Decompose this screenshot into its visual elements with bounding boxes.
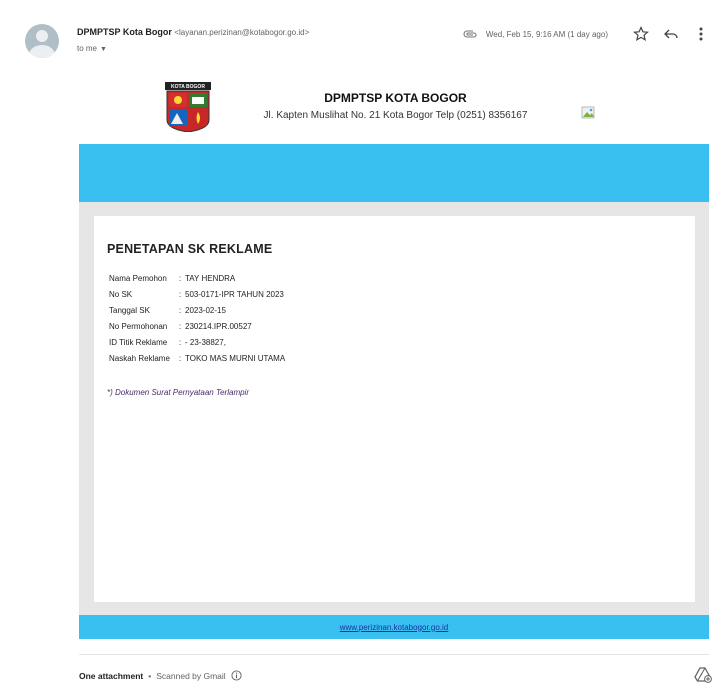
avatar-head	[36, 30, 48, 42]
more-vert-icon[interactable]	[690, 24, 712, 44]
sender-name[interactable]: DPMPTSP Kota Bogor	[77, 27, 172, 37]
field-value: - 23-38827,	[185, 338, 226, 347]
attachment-clip-icon	[463, 30, 477, 38]
sender-email: <layanan.perizinan@kotabogor.go.id>	[174, 28, 310, 37]
kota-bogor-logo: KOTA BOGOR	[165, 82, 211, 132]
add-to-drive-icon[interactable]	[694, 665, 712, 683]
field-row: Nama Pemohon: TAY HENDRA	[109, 273, 285, 289]
field-value: 230214.IPR.00527	[185, 322, 252, 331]
org-name: DPMPTSP KOTA BOGOR	[324, 91, 467, 105]
bottom-banner: www.perizinan.kotabogor.go.id	[79, 615, 709, 639]
attachments-bar: One attachment • Scanned by Gmail	[79, 670, 242, 681]
info-icon[interactable]	[231, 670, 242, 681]
field-label: Nama Pemohon	[109, 274, 167, 283]
recipient-text: to me	[77, 44, 98, 53]
field-label: ID Titik Reklame	[109, 338, 168, 347]
message-actions: Wed, Feb 15, 9:16 AM (1 day ago)	[462, 24, 712, 44]
field-value: 503-0171-IPR TAHUN 2023	[185, 290, 284, 299]
field-value: 2023-02-15	[185, 306, 226, 315]
field-row: No Permohonan:230214.IPR.00527	[109, 321, 285, 337]
attachment-count: One attachment	[79, 670, 144, 681]
field-row: Naskah Reklame: TOKO MAS MURNI UTAMA	[109, 353, 285, 369]
message-date: Wed, Feb 15, 9:16 AM (1 day ago)	[485, 29, 608, 39]
recipient-line[interactable]: to me ▼	[77, 44, 107, 53]
field-label: No SK	[109, 290, 133, 299]
field-label: Tanggal SK	[109, 306, 150, 315]
scanned-label: Scanned by Gmail	[156, 670, 226, 681]
star-icon[interactable]	[630, 24, 652, 44]
sender-avatar[interactable]	[25, 24, 59, 58]
field-label: Naskah Reklame	[109, 354, 170, 363]
org-address: Jl. Kapten Muslihat No. 21 Kota Bogor Te…	[263, 110, 528, 121]
separator-dot: •	[148, 670, 152, 681]
logo-text: KOTA BOGOR	[171, 84, 205, 90]
field-row: No SK:503-0171-IPR TAHUN 2023	[109, 289, 285, 305]
show-details-caret-icon[interactable]: ▼	[100, 46, 107, 53]
field-label: No Permohonan	[109, 322, 168, 331]
document-fields: Nama Pemohon: TAY HENDRA No SK:503-0171-I…	[109, 273, 285, 369]
divider	[79, 654, 709, 655]
field-value: TOKO MAS MURNI UTAMA	[185, 354, 286, 363]
sender-line: DPMPTSP Kota Bogor <layanan.perizinan@ko…	[77, 27, 309, 37]
document-title: PENETAPAN SK REKLAME	[107, 242, 273, 256]
broken-image-icon	[581, 106, 595, 119]
field-row: ID Titik Reklame: - 23-38827,	[109, 337, 285, 353]
reply-icon[interactable]	[660, 24, 682, 44]
attachment-note: *) Dokumen Surat Pernyataan Terlampir	[107, 388, 249, 397]
field-value: TAY HENDRA	[185, 274, 236, 283]
avatar-body	[29, 45, 55, 58]
field-row: Tanggal SK:2023-02-15	[109, 305, 285, 321]
website-link[interactable]: www.perizinan.kotabogor.go.id	[340, 623, 449, 632]
top-banner	[79, 144, 709, 202]
